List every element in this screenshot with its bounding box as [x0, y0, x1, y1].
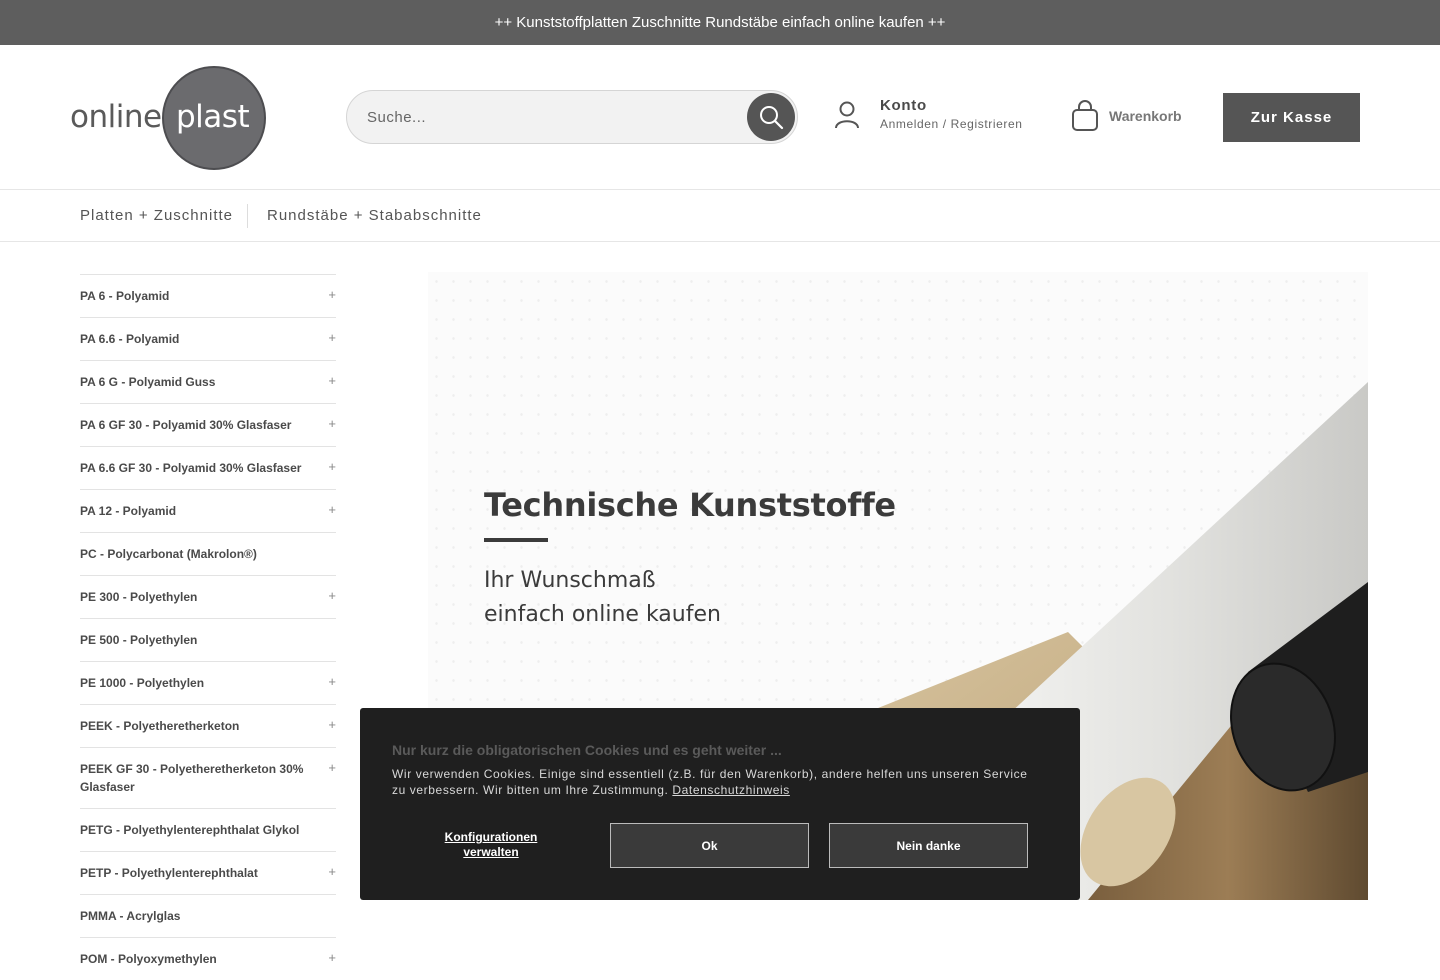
- sidebar-item[interactable]: PA 12 - Polyamid +: [80, 489, 336, 532]
- cart-label: Warenkorb: [1109, 108, 1182, 124]
- sidebar-item[interactable]: PA 6 - Polyamid +: [80, 274, 336, 317]
- expand-plus-icon[interactable]: +: [328, 458, 336, 476]
- sidebar-item-label: PA 6.6 - Polyamid: [80, 332, 180, 346]
- sidebar-item-label: PA 6.6 GF 30 - Polyamid 30% Glasfaser: [80, 461, 302, 475]
- expand-plus-icon[interactable]: +: [328, 372, 336, 390]
- expand-plus-icon[interactable]: +: [328, 716, 336, 734]
- sidebar-item[interactable]: PA 6 G - Polyamid Guss +: [80, 360, 336, 403]
- nav-item-platten[interactable]: Platten + Zuschnitte: [80, 207, 233, 224]
- promo-text: ++ Kunststoffplatten Zuschnitte Rundstäb…: [494, 14, 946, 31]
- sidebar-item[interactable]: PE 300 - Polyethylen +: [80, 575, 336, 618]
- sidebar-item-label: PA 6 G - Polyamid Guss: [80, 375, 216, 389]
- expand-plus-icon[interactable]: +: [328, 587, 336, 605]
- hero-divider: [484, 538, 548, 542]
- sidebar-item-label: PC - Polycarbonat (Makrolon®): [80, 547, 257, 561]
- sidebar-item-label: PMMA - Acrylglas: [80, 909, 181, 923]
- account-title: Konto: [880, 97, 927, 114]
- expand-plus-icon[interactable]: +: [328, 759, 336, 777]
- cart-link[interactable]: Warenkorb: [1070, 100, 1200, 134]
- sidebar-item[interactable]: PC - Polycarbonat (Makrolon®): [80, 532, 336, 575]
- sidebar-item-label: PA 12 - Polyamid: [80, 504, 177, 518]
- privacy-link[interactable]: Datenschutzhinweis: [672, 783, 790, 797]
- expand-plus-icon[interactable]: +: [328, 329, 336, 347]
- nav-item-rundstaebe[interactable]: Rundstäbe + Stababschnitte: [267, 207, 482, 224]
- sidebar-item[interactable]: PETP - Polyethylenterephthalat +: [80, 851, 336, 894]
- hero-subtitle-line2: einfach online kaufen: [484, 602, 721, 627]
- checkout-button[interactable]: Zur Kasse: [1223, 93, 1360, 142]
- sidebar-item-label: PETP - Polyethylenterephthalat: [80, 866, 258, 880]
- main-nav: Platten + Zuschnitte Rundstäbe + Stababs…: [0, 190, 1440, 242]
- sidebar-item-label: PEEK - Polyetheretherketon: [80, 719, 240, 733]
- sidebar-item[interactable]: PEEK - Polyetheretherketon +: [80, 704, 336, 747]
- logo-text-plast: plast: [176, 99, 250, 135]
- cookie-ok-button[interactable]: Ok: [610, 823, 809, 868]
- sidebar-item[interactable]: PA 6.6 GF 30 - Polyamid 30% Glasfaser +: [80, 446, 336, 489]
- sidebar-item[interactable]: POM - Polyoxymethylen +: [80, 937, 336, 980]
- logo[interactable]: online plast: [70, 65, 270, 173]
- sidebar-item-label: PETG - Polyethylenterephthalat Glykol: [80, 823, 300, 837]
- expand-plus-icon[interactable]: +: [328, 286, 336, 304]
- cookie-banner: Nur kurz die obligatorischen Cookies und…: [360, 708, 1080, 900]
- cookie-title: Nur kurz die obligatorischen Cookies und…: [392, 742, 782, 758]
- search-icon: [760, 106, 784, 130]
- sidebar-item-label: PA 6 GF 30 - Polyamid 30% Glasfaser: [80, 418, 292, 432]
- account-subtitle: Anmelden / Registrieren: [880, 117, 1023, 131]
- search-bar: [346, 90, 798, 144]
- promo-bar: ++ Kunststoffplatten Zuschnitte Rundstäb…: [0, 0, 1440, 45]
- user-icon: [835, 101, 859, 129]
- search-button[interactable]: [747, 93, 795, 141]
- expand-plus-icon[interactable]: +: [328, 949, 336, 967]
- shopping-bag-icon: [1072, 100, 1098, 131]
- sidebar-item-label: PE 500 - Polyethylen: [80, 633, 198, 647]
- cookie-text: Wir verwenden Cookies. Einige sind essen…: [392, 766, 1042, 798]
- sidebar-item-label: PA 6 - Polyamid: [80, 289, 170, 303]
- cookie-decline-button[interactable]: Nein danke: [829, 823, 1028, 868]
- sidebar-item[interactable]: PEEK GF 30 - Polyetheretherketon 30% Gla…: [80, 747, 336, 808]
- nav-divider: [247, 204, 248, 228]
- expand-plus-icon[interactable]: +: [328, 863, 336, 881]
- category-sidebar: PA 6 - Polyamid + PA 6.6 - Polyamid + PA 6…: [80, 274, 336, 980]
- header: online plast Konto Anmelden / Registrier…: [0, 45, 1440, 190]
- expand-plus-icon[interactable]: +: [328, 415, 336, 433]
- sidebar-item[interactable]: PA 6 GF 30 - Polyamid 30% Glasfaser +: [80, 403, 336, 446]
- sidebar-item[interactable]: PE 1000 - Polyethylen +: [80, 661, 336, 704]
- sidebar-item-label: PEEK GF 30 - Polyetheretherketon 30% Gla…: [80, 762, 304, 794]
- expand-plus-icon[interactable]: +: [328, 501, 336, 519]
- sidebar-item[interactable]: PE 500 - Polyethylen: [80, 618, 336, 661]
- cookie-config-link[interactable]: Konfigurationen verwalten: [438, 830, 544, 860]
- hero-title: Technische Kunststoffe: [484, 486, 896, 524]
- expand-plus-icon[interactable]: +: [328, 673, 336, 691]
- sidebar-item[interactable]: PMMA - Acrylglas: [80, 894, 336, 937]
- sidebar-item-label: PE 1000 - Polyethylen: [80, 676, 205, 690]
- hero-subtitle: Ihr Wunschmaß einfach online kaufen: [484, 564, 721, 632]
- logo-text-online: online: [70, 99, 162, 135]
- sidebar-item-label: PE 300 - Polyethylen: [80, 590, 198, 604]
- search-input[interactable]: [367, 91, 737, 143]
- sidebar-item[interactable]: PA 6.6 - Polyamid +: [80, 317, 336, 360]
- hero-subtitle-line1: Ihr Wunschmaß: [484, 568, 656, 593]
- sidebar-item[interactable]: PETG - Polyethylenterephthalat Glykol: [80, 808, 336, 851]
- account-link[interactable]: Konto Anmelden / Registrieren: [832, 95, 1052, 139]
- sidebar-item-label: POM - Polyoxymethylen: [80, 952, 217, 966]
